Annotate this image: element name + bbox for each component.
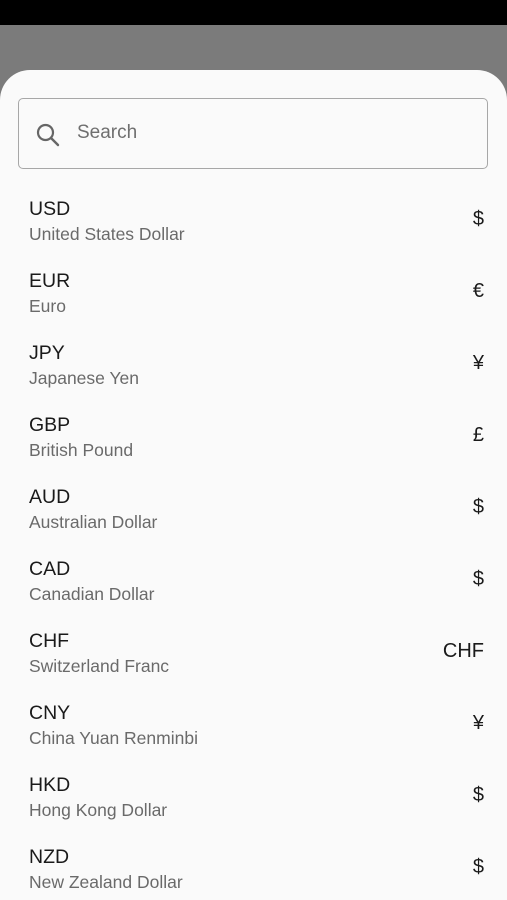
search-icon [35, 122, 61, 148]
currency-symbol: $ [472, 496, 484, 518]
search-input[interactable] [77, 99, 467, 167]
currency-code: GBP [29, 414, 71, 436]
currency-symbol: ¥ [472, 352, 484, 374]
currency-symbol: $ [472, 784, 484, 806]
currency-name: China Yuan Renminbi [29, 728, 198, 748]
currency-picker-sheet: USD United States Dollar $ EUR Euro € JP… [0, 70, 507, 900]
currency-code: AUD [29, 486, 71, 508]
currency-item-gbp[interactable]: GBP British Pound £ [0, 406, 507, 478]
currency-code: HKD [29, 774, 71, 796]
currency-code: CAD [29, 558, 71, 580]
currency-name: United States Dollar [29, 224, 185, 244]
currency-item-eur[interactable]: EUR Euro € [0, 262, 507, 334]
currency-code: CHF [29, 630, 70, 652]
currency-item-hkd[interactable]: HKD Hong Kong Dollar $ [0, 766, 507, 838]
currency-name: Canadian Dollar [29, 584, 155, 604]
currency-name: New Zealand Dollar [29, 872, 183, 892]
currency-code: NZD [29, 846, 70, 868]
currency-item-jpy[interactable]: JPY Japanese Yen ¥ [0, 334, 507, 406]
currency-name: Euro [29, 296, 66, 316]
currency-name: Australian Dollar [29, 512, 158, 532]
currency-item-aud[interactable]: AUD Australian Dollar $ [0, 478, 507, 550]
currency-code: CNY [29, 702, 71, 724]
currency-symbol: € [472, 280, 484, 302]
currency-symbol: $ [472, 568, 484, 590]
currency-symbol: ¥ [472, 712, 484, 734]
currency-item-cad[interactable]: CAD Canadian Dollar $ [0, 550, 507, 622]
currency-symbol: CHF [442, 640, 484, 662]
currency-name: Switzerland Franc [29, 656, 170, 676]
currency-code: EUR [29, 270, 71, 292]
currency-symbol: $ [472, 856, 484, 878]
currency-item-nzd[interactable]: NZD New Zealand Dollar $ [0, 838, 507, 900]
currency-name: British Pound [29, 440, 134, 460]
currency-item-cny[interactable]: CNY China Yuan Renminbi ¥ [0, 694, 507, 766]
currency-symbol: $ [472, 208, 484, 230]
currency-code: USD [29, 198, 71, 220]
currency-name: Japanese Yen [29, 368, 139, 388]
currency-item-chf[interactable]: CHF Switzerland Franc CHF [0, 622, 507, 694]
currency-item-usd[interactable]: USD United States Dollar $ [0, 190, 507, 262]
currency-list: USD United States Dollar $ EUR Euro € JP… [0, 190, 507, 900]
currency-name: Hong Kong Dollar [29, 800, 168, 820]
currency-code: JPY [29, 342, 65, 364]
currency-symbol: £ [472, 424, 484, 446]
status-bar [0, 0, 507, 25]
search-box[interactable] [18, 98, 488, 169]
